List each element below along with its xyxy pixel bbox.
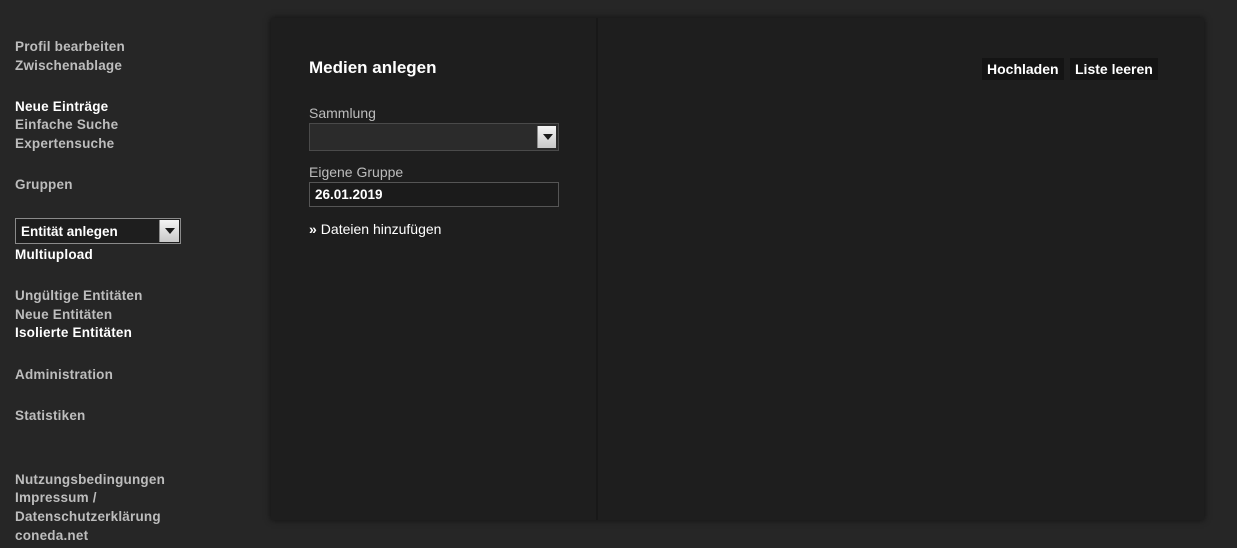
- panel-divider: [596, 18, 598, 520]
- chevron-down-icon[interactable]: [537, 126, 556, 148]
- clear-list-button[interactable]: Liste leeren: [1070, 58, 1158, 80]
- sidebar-item-statistics[interactable]: Statistiken: [15, 407, 85, 425]
- own-group-input[interactable]: [309, 182, 559, 207]
- sidebar-item-terms[interactable]: Nutzungsbedingungen: [15, 471, 165, 489]
- sidebar-item-new-entries[interactable]: Neue Einträge: [15, 98, 108, 116]
- sidebar-item-privacy[interactable]: Datenschutzerklärung: [15, 508, 161, 526]
- sidebar-item-multiupload[interactable]: Multiupload: [15, 246, 93, 264]
- collection-label: Sammlung: [309, 105, 376, 121]
- sidebar-item-coneda[interactable]: coneda.net: [15, 527, 88, 545]
- sidebar-item-profile[interactable]: Profil bearbeiten: [15, 38, 125, 56]
- add-files-marker: »: [309, 221, 317, 237]
- page-title: Medien anlegen: [309, 58, 437, 77]
- add-files-label: Dateien hinzufügen: [320, 221, 442, 237]
- add-files-link[interactable]: » Dateien hinzufügen: [309, 221, 441, 237]
- media-create-panel: Medien anlegen Sammlung Eigene Gruppe »D…: [271, 18, 1204, 520]
- collection-select[interactable]: [309, 123, 559, 151]
- sidebar-item-administration[interactable]: Administration: [15, 366, 113, 384]
- sidebar-item-simple-search[interactable]: Einfache Suche: [15, 116, 118, 134]
- entity-create-select[interactable]: Entität anlegen: [15, 218, 181, 244]
- sidebar-item-isolated-entities[interactable]: Isolierte Entitäten: [15, 324, 132, 342]
- chevron-down-icon[interactable]: [159, 220, 179, 242]
- sidebar-item-invalid-entities[interactable]: Ungültige Entitäten: [15, 287, 143, 305]
- sidebar-item-clipboard[interactable]: Zwischenablage: [15, 57, 122, 75]
- sidebar: Profil bearbeiten Zwischenablage Neue Ei…: [15, 0, 255, 548]
- sidebar-item-imprint[interactable]: Impressum /: [15, 489, 97, 507]
- app-root: Profil bearbeiten Zwischenablage Neue Ei…: [0, 0, 1237, 548]
- sidebar-item-groups[interactable]: Gruppen: [15, 176, 73, 194]
- sidebar-item-new-entities[interactable]: Neue Entitäten: [15, 306, 112, 324]
- upload-button[interactable]: Hochladen: [982, 58, 1064, 80]
- sidebar-item-expert-search[interactable]: Expertensuche: [15, 135, 114, 153]
- own-group-label: Eigene Gruppe: [309, 164, 404, 180]
- entity-create-select-value: Entität anlegen: [21, 224, 118, 239]
